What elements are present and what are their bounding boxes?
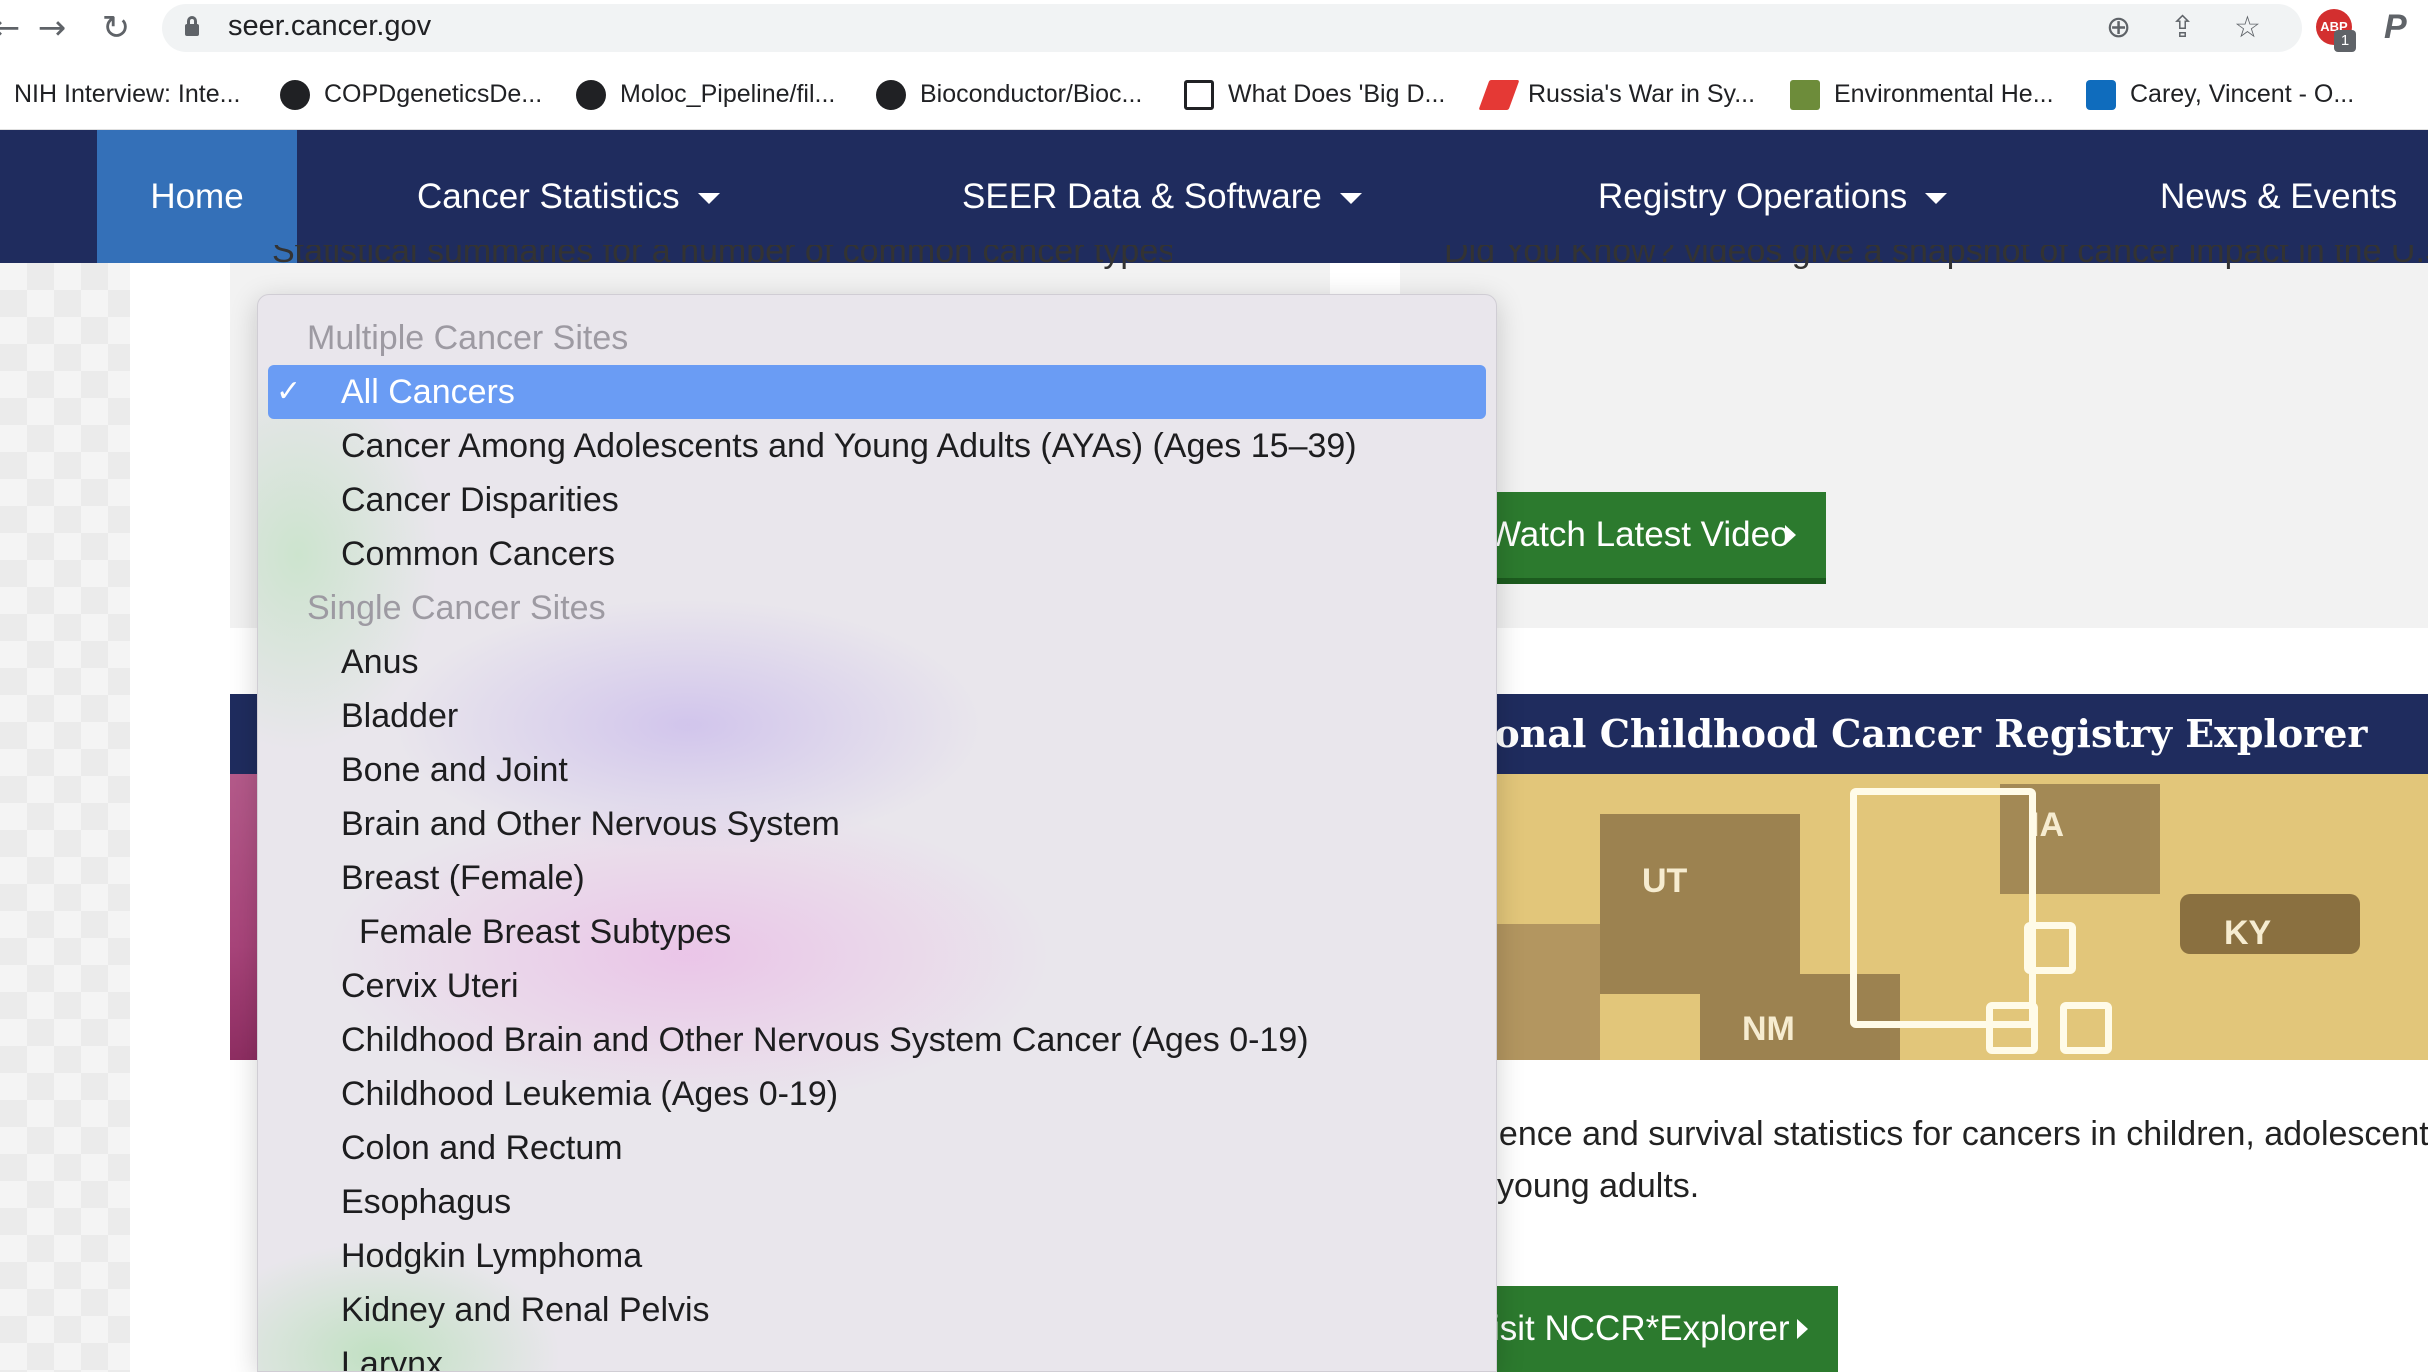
chevron-down-icon bbox=[1925, 193, 1948, 205]
map-state-az bbox=[1480, 924, 1600, 1060]
dropdown-option[interactable]: Cancer Disparities bbox=[258, 473, 1496, 527]
map-state-ut bbox=[1600, 814, 1800, 994]
caret-right-icon bbox=[1797, 1319, 1808, 1339]
dropdown-option[interactable]: Bladder bbox=[258, 689, 1496, 743]
bookmark-item[interactable]: Moloc_Pipeline/fil... bbox=[576, 76, 835, 112]
dropdown-option[interactable]: Bone and Joint bbox=[258, 743, 1496, 797]
bookmark-item[interactable]: COPDgeneticsDe... bbox=[280, 76, 542, 112]
dropdown-sub-option[interactable]: Female Breast Subtypes bbox=[258, 905, 1496, 959]
chevron-down-icon bbox=[1339, 193, 1362, 205]
bookmark-item[interactable]: Bioconductor/Bioc... bbox=[876, 76, 1142, 112]
dropdown-option[interactable]: Hodgkin Lymphoma bbox=[258, 1229, 1496, 1283]
us-map-image: UT NM IA KY bbox=[1480, 774, 2428, 1060]
option-all-cancers[interactable]: ✓ All Cancers bbox=[268, 365, 1486, 419]
dropdown-option[interactable]: Cancer Among Adolescents and Young Adult… bbox=[258, 419, 1496, 473]
map-label-nm: NM bbox=[1742, 1010, 1795, 1048]
bookmark-item[interactable]: Environmental He... bbox=[1790, 76, 2054, 112]
optgroup-single-sites: Single Cancer Sites bbox=[307, 589, 606, 627]
dropdown-option[interactable]: Brain and Other Nervous System bbox=[258, 797, 1496, 851]
background-pattern bbox=[0, 263, 130, 1372]
site-nav: Home Cancer Statistics SEER Data & Softw… bbox=[0, 130, 2428, 263]
nav-cancer-statistics[interactable]: Cancer Statistics bbox=[417, 130, 720, 263]
adblock-count-badge: 1 bbox=[2334, 30, 2356, 52]
reload-icon[interactable]: ↻ bbox=[96, 8, 136, 48]
optgroup-multiple-sites: Multiple Cancer Sites bbox=[307, 319, 629, 357]
stat-summary-text: Statistical summaries for a number of co… bbox=[272, 245, 1172, 270]
dropdown-option[interactable]: Anus bbox=[258, 635, 1496, 689]
dropdown-option[interactable]: Childhood Leukemia (Ages 0-19) bbox=[258, 1067, 1496, 1121]
dropdown-list: Multiple Cancer Sites ✓ All Cancers Canc… bbox=[258, 311, 1496, 1371]
github-icon bbox=[280, 80, 310, 111]
visit-nccr-explorer-button[interactable]: isit NCCR*Explorer bbox=[1470, 1286, 1838, 1372]
map-label-ky: KY bbox=[2224, 914, 2272, 952]
checkmark-icon: ✓ bbox=[276, 374, 302, 409]
github-icon bbox=[576, 80, 606, 111]
dropdown-option[interactable]: Common Cancers bbox=[258, 527, 1496, 581]
chevron-down-icon bbox=[697, 193, 720, 205]
node-icon bbox=[2060, 1002, 2112, 1054]
c-icon bbox=[1184, 80, 1214, 111]
nav-registry-operations[interactable]: Registry Operations bbox=[1598, 130, 1948, 263]
node-icon bbox=[2024, 922, 2076, 974]
browser-toolbar: ← → ↻ seer.cancer.gov ⊕ ⇪ ☆ ABP 1 P bbox=[0, 0, 2428, 58]
document-icon bbox=[1850, 788, 2036, 1028]
nav-seer-data-software[interactable]: SEER Data & Software bbox=[962, 130, 1362, 263]
explorer-title: ional Childhood Cancer Registry Explorer bbox=[1480, 711, 2368, 756]
dropdown-option[interactable]: Larynx bbox=[258, 1337, 1496, 1371]
dropdown-option[interactable]: Breast (Female) bbox=[258, 851, 1496, 905]
lock-icon[interactable] bbox=[185, 16, 199, 38]
dropdown-option[interactable]: Colon and Rectum bbox=[258, 1121, 1496, 1175]
flag-icon bbox=[1478, 80, 1520, 111]
bookmark-item[interactable]: Russia's War in Sy... bbox=[1478, 76, 1755, 112]
dropdown-option[interactable]: Childhood Brain and Other Nervous System… bbox=[258, 1013, 1496, 1067]
bookmark-star-icon[interactable]: ☆ bbox=[2234, 10, 2261, 46]
map-label-ut: UT bbox=[1642, 862, 1688, 900]
nav-home[interactable]: Home bbox=[97, 130, 297, 263]
explorer-description: dence and survival statistics for cancer… bbox=[1480, 1115, 2428, 1205]
node-icon bbox=[1986, 1002, 2038, 1054]
back-icon[interactable]: ← bbox=[0, 8, 26, 48]
github-icon bbox=[876, 80, 906, 111]
watch-latest-video-button[interactable]: Watch Latest Video bbox=[1470, 492, 1826, 584]
bookmark-item[interactable]: NIH Interview: Inte... bbox=[0, 76, 240, 112]
did-you-know-text: Did You Know? videos give a snapshot of … bbox=[1444, 245, 2428, 270]
url-text[interactable]: seer.cancer.gov bbox=[228, 10, 431, 43]
bookmarks-bar: NIH Interview: Inte... COPDgeneticsDe...… bbox=[0, 58, 2428, 130]
extension-p-icon[interactable]: P bbox=[2384, 8, 2407, 47]
address-bar[interactable] bbox=[162, 4, 2302, 52]
nav-news-events[interactable]: News & Events bbox=[2160, 130, 2397, 263]
env-icon bbox=[1790, 80, 1820, 111]
cancer-site-dropdown[interactable]: Multiple Cancer Sites ✓ All Cancers Canc… bbox=[257, 294, 1497, 1372]
forward-icon[interactable]: → bbox=[32, 8, 72, 48]
zoom-icon[interactable]: ⊕ bbox=[2106, 10, 2131, 46]
caret-right-icon bbox=[1785, 525, 1796, 545]
bookmark-item[interactable]: What Does 'Big D... bbox=[1184, 76, 1445, 112]
share-icon[interactable]: ⇪ bbox=[2170, 10, 2195, 46]
outlook-icon bbox=[2086, 80, 2116, 111]
dropdown-option[interactable]: Cervix Uteri bbox=[258, 959, 1496, 1013]
dropdown-option[interactable]: Esophagus bbox=[258, 1175, 1496, 1229]
dropdown-option[interactable]: Kidney and Renal Pelvis bbox=[258, 1283, 1496, 1337]
bookmark-item[interactable]: Carey, Vincent - O... bbox=[2086, 76, 2354, 112]
